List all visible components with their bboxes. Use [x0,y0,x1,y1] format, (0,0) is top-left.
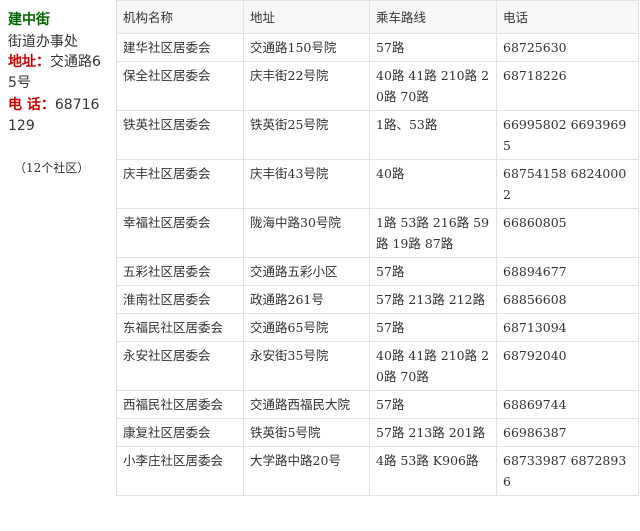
cell-name: 五彩社区居委会 [116,257,244,286]
cell-address: 交通路五彩小区 [243,257,370,286]
table-header-row: 机构名称 地址 乘车路线 电话 [116,0,639,34]
cell-route: 57路 [369,33,497,62]
cell-route: 57路 [369,313,497,342]
cell-phone: 68733987 68728936 [496,446,639,496]
cell-address: 交通路西福民大院 [243,390,370,419]
cell-phone: 68718226 [496,61,639,111]
cell-name: 建华社区居委会 [116,33,244,62]
table-row: 康复社区居委会 铁英街5号院 57路 213路 201路 66986387 [116,418,639,447]
header-phone: 电话 [496,0,639,34]
cell-route: 1路 53路 216路 59路 19路 87路 [369,208,497,258]
cell-name: 永安社区居委会 [116,341,244,391]
office-address: 地址：交通路65号 [8,52,108,94]
community-count: （12个社区） [14,161,90,175]
table-row: 东福民社区居委会 交通路65号院 57路 68713094 [116,313,639,342]
phone-label: 电 话： [8,97,55,113]
table-row: 五彩社区居委会 交通路五彩小区 57路 68894677 [116,257,639,286]
cell-phone: 68894677 [496,257,639,286]
table-row: 建华社区居委会 交通路150号院 57路 68725630 [116,33,639,62]
cell-address: 铁英街5号院 [243,418,370,447]
header-address: 地址 [243,0,370,34]
cell-route: 40路 [369,159,497,209]
cell-phone: 66860805 [496,208,639,258]
table-row: 铁英社区居委会 铁英街25号院 1路、53路 66995802 66939695 [116,110,639,160]
cell-phone: 66995802 66939695 [496,110,639,160]
cell-address: 庆丰街22号院 [243,61,370,111]
cell-address: 庆丰街43号院 [243,159,370,209]
table-row: 小李庄社区居委会 大学路中路20号 4路 53路 K906路 68733987 687… [116,446,639,496]
table-row: 庆丰社区居委会 庆丰街43号院 40路 68754158 68240002 [116,159,639,209]
table-row: 永安社区居委会 永安街35号院 40路 41路 210路 20路 70路 687920… [116,341,639,391]
cell-address: 交通路150号院 [243,33,370,62]
cell-address: 政通路261号 [243,285,370,314]
office-type: 街道办事处 [8,34,78,50]
cell-name: 东福民社区居委会 [116,313,244,342]
cell-route: 57路 213路 201路 [369,418,497,447]
cell-name: 铁英社区居委会 [116,110,244,160]
cell-route: 57路 [369,257,497,286]
cell-phone: 68856608 [496,285,639,314]
address-label: 地址： [8,54,50,70]
cell-name: 小李庄社区居委会 [116,446,244,496]
header-name: 机构名称 [116,0,244,34]
header-route: 乘车路线 [369,0,497,34]
cell-phone: 68869744 [496,390,639,419]
cell-name: 西福民社区居委会 [116,390,244,419]
cell-route: 40路 41路 210路 20路 70路 [369,341,497,391]
cell-name: 淮南社区居委会 [116,285,244,314]
table-row: 保全社区居委会 庆丰街22号院 40路 41路 210路 20路 70路 687182… [116,61,639,111]
cell-name: 康复社区居委会 [116,418,244,447]
cell-phone: 66986387 [496,418,639,447]
office-phone: 电 话：68716129 [8,95,108,137]
cell-name: 庆丰社区居委会 [116,159,244,209]
cell-route: 1路、53路 [369,110,497,160]
office-name: 建中街 [8,12,50,28]
cell-phone: 68792040 [496,341,639,391]
cell-phone: 68754158 68240002 [496,159,639,209]
cell-address: 陇海中路30号院 [243,208,370,258]
cell-address: 铁英街25号院 [243,110,370,160]
table-row: 幸福社区居委会 陇海中路30号院 1路 53路 216路 59路 19路 87路 66… [116,208,639,258]
cell-phone: 68725630 [496,33,639,62]
cell-address: 大学路中路20号 [243,446,370,496]
table-body: 建华社区居委会 交通路150号院 57路 68725630 保全社区居委会 庆丰街22号院… [116,33,639,496]
cell-name: 幸福社区居委会 [116,208,244,258]
cell-address: 永安街35号院 [243,341,370,391]
table-row: 淮南社区居委会 政通路261号 57路 213路 212路 68856608 [116,285,639,314]
cell-route: 4路 53路 K906路 [369,446,497,496]
cell-route: 40路 41路 210路 20路 70路 [369,61,497,111]
table-row: 西福民社区居委会 交通路西福民大院 57路 68869744 [116,390,639,419]
community-table: 机构名称 地址 乘车路线 电话 建华社区居委会 交通路150号院 57路 687256… [116,0,639,496]
community-table-wrapper: 机构名称 地址 乘车路线 电话 建华社区居委会 交通路150号院 57路 687256… [116,0,639,496]
cell-address: 交通路65号院 [243,313,370,342]
cell-route: 57路 213路 212路 [369,285,497,314]
office-info-panel: 建中街 街道办事处 地址：交通路65号 电 话：68716129 （12个社区） [0,0,112,531]
cell-phone: 68713094 [496,313,639,342]
cell-route: 57路 [369,390,497,419]
cell-name: 保全社区居委会 [116,61,244,111]
